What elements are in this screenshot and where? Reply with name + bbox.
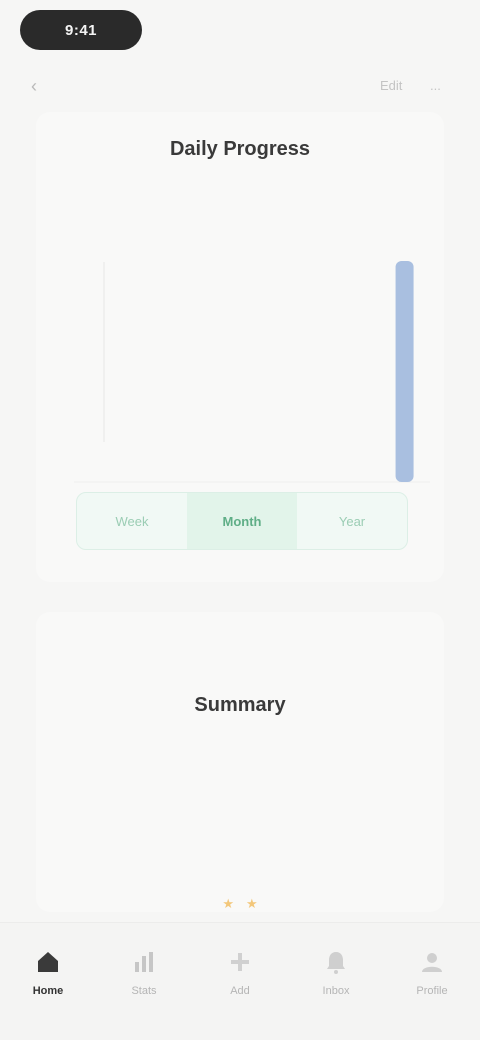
nav-item-add[interactable]: Add bbox=[200, 947, 280, 997]
plus-icon bbox=[225, 947, 255, 977]
segment-year[interactable]: Year bbox=[297, 493, 407, 549]
user-icon bbox=[417, 947, 447, 977]
star-icon: ★ bbox=[246, 896, 258, 911]
top-bar: ‹ Edit ... bbox=[0, 70, 480, 102]
bar-chart bbox=[54, 202, 434, 512]
info-card: Summary ★ ★ bbox=[36, 612, 444, 912]
segment-month[interactable]: Month bbox=[187, 493, 297, 549]
nav-label: Add bbox=[230, 985, 250, 997]
nav-item-profile[interactable]: Profile bbox=[392, 947, 472, 997]
home-icon bbox=[33, 947, 63, 977]
more-button[interactable]: ... bbox=[430, 76, 460, 96]
app-screen: 9:41 ‹ Edit ... Daily Progress Week Mont… bbox=[0, 0, 480, 1040]
nav-label: Stats bbox=[131, 985, 157, 997]
status-time: 9:41 bbox=[64, 21, 98, 39]
chart-icon bbox=[129, 947, 159, 977]
segment-week[interactable]: Week bbox=[77, 493, 187, 549]
chart-title: Daily Progress bbox=[169, 138, 311, 160]
nav-label: Home bbox=[32, 985, 64, 997]
rating-row: ★ ★ bbox=[36, 896, 444, 912]
period-segmented-control: Week Month Year bbox=[76, 492, 408, 550]
nav-label: Inbox bbox=[322, 985, 350, 997]
nav-item-inbox[interactable]: Inbox bbox=[296, 947, 376, 997]
bar-chart-svg bbox=[74, 261, 430, 483]
star-icon: ★ bbox=[222, 896, 234, 911]
bottom-nav: Home Stats Add Inbox Profile bbox=[0, 922, 480, 1040]
bell-icon bbox=[321, 947, 351, 977]
nav-label: Profile bbox=[416, 985, 448, 997]
chart-card: Daily Progress Week Month Year bbox=[36, 112, 444, 582]
status-pill: 9:41 bbox=[20, 10, 142, 50]
edit-button[interactable]: Edit bbox=[380, 76, 416, 96]
chevron-left-icon[interactable]: ‹ bbox=[24, 76, 44, 96]
chart-bar[interactable] bbox=[395, 261, 414, 482]
nav-item-home[interactable]: Home bbox=[8, 947, 88, 997]
nav-item-stats[interactable]: Stats bbox=[104, 947, 184, 997]
info-title: Summary bbox=[194, 694, 286, 716]
